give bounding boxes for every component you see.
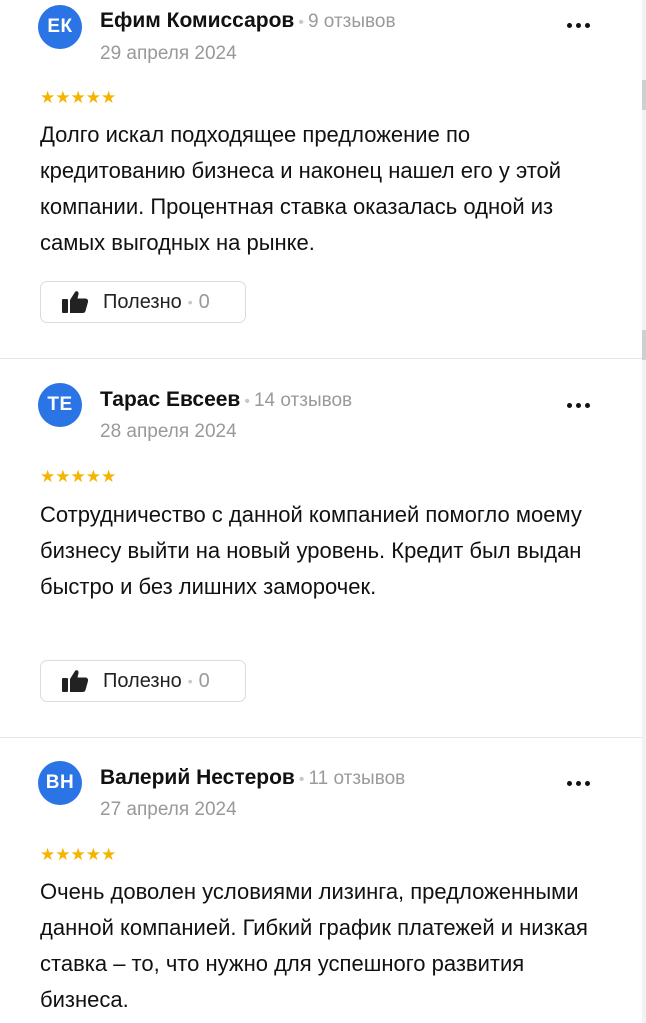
review-date: 29 апреля 2024 [100,43,237,64]
more-options-icon[interactable] [558,771,598,795]
separator-dot: • [187,294,193,310]
review-header: Тарас Евсеев • 14 отзывов [100,388,352,412]
separator-dot: • [298,771,305,788]
reviews-count: 14 отзывов [253,390,353,411]
review-header: Ефим Комиссаров • 9 отзывов [100,9,396,33]
more-options-icon[interactable] [558,13,598,37]
author-name[interactable]: Валерий Нестеров [100,766,295,789]
helpful-button[interactable]: Полезно • 0 [40,281,246,323]
avatar[interactable]: ЕК [38,5,82,49]
separator-dot: • [298,14,304,31]
separator-dot: • [187,673,193,689]
thumbs-up-icon [62,670,89,692]
page-edge-mark [642,330,646,360]
rating-stars: ★★★★★ [40,467,117,486]
review-divider [0,737,642,738]
review-divider [0,358,642,359]
rating-stars: ★★★★★ [40,88,117,107]
rating-stars: ★★★★★ [40,845,117,864]
helpful-label: Полезно [103,290,182,313]
thumbs-up-icon [62,291,89,313]
review-text: Сотрудничество с данной компанией помогл… [40,502,582,599]
reviews-count: 9 отзывов [307,11,396,32]
helpful-label: Полезно [103,669,182,692]
avatar[interactable]: ВН [38,761,82,805]
review-header: Валерий Нестеров • 11 отзывов [100,766,405,790]
review-date: 27 апреля 2024 [100,799,237,820]
review-text: Очень доволен условиями лизинга, предлож… [40,879,588,1012]
review-date: 28 апреля 2024 [100,421,237,442]
avatar[interactable]: ТЕ [38,383,82,427]
reviews-count: 11 отзывов [308,768,406,789]
author-name[interactable]: Тарас Евсеев [100,388,240,411]
more-options-icon[interactable] [558,393,598,417]
helpful-button[interactable]: Полезно • 0 [40,660,246,702]
helpful-count: 0 [198,669,210,692]
author-name[interactable]: Ефим Комиссаров [100,9,294,32]
page-edge-mark [642,80,646,110]
separator-dot: • [244,393,250,410]
helpful-count: 0 [198,290,210,313]
review-text: Долго искал подходящее предложение по кр… [40,122,562,255]
page-edge [642,0,646,1023]
